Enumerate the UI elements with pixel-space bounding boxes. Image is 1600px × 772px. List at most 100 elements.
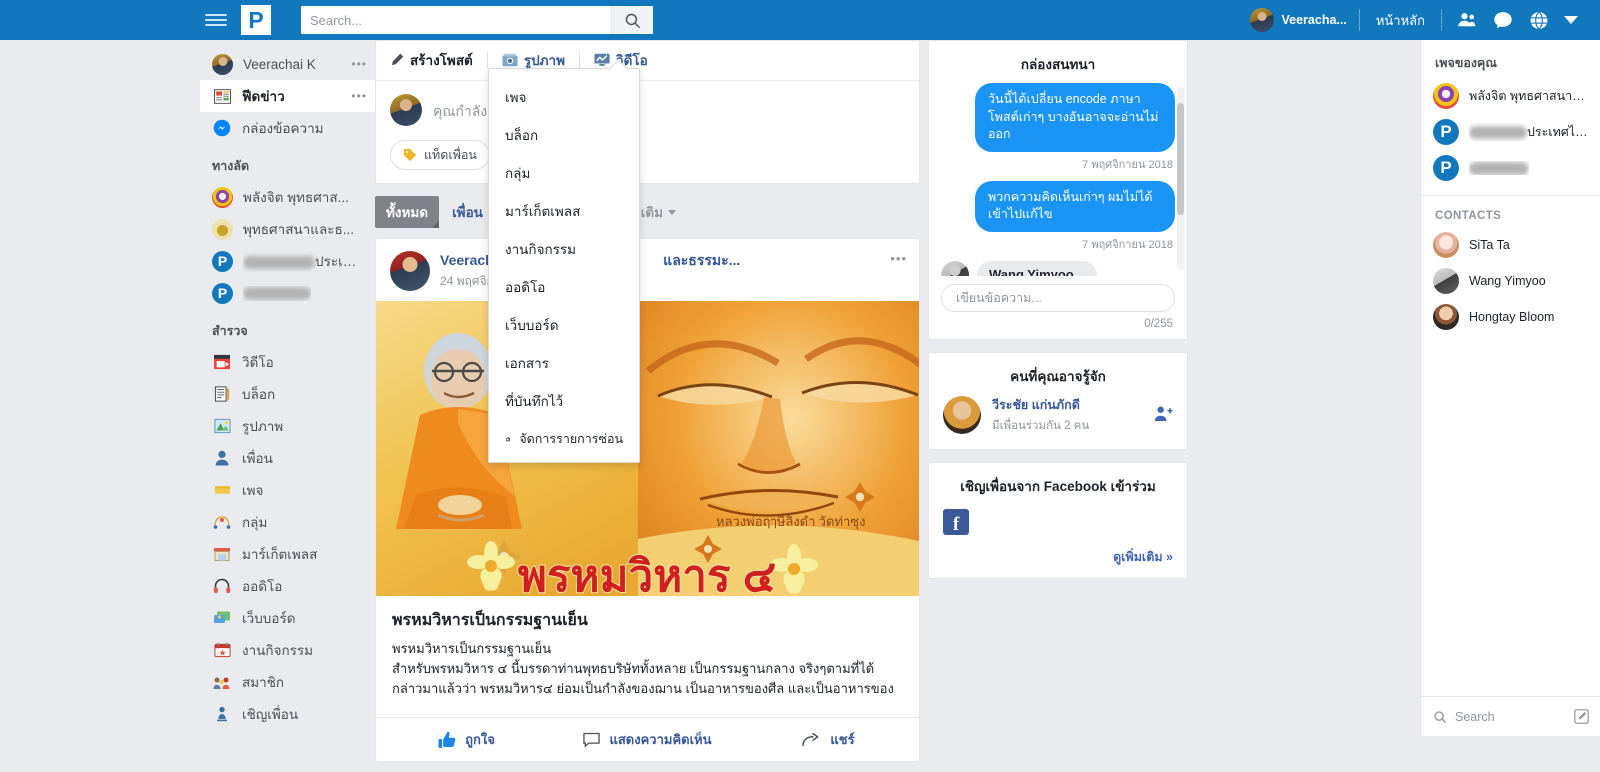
photo-icon — [212, 417, 232, 435]
your-page-row-2[interactable]: P — [1421, 150, 1600, 186]
far-right-sidebar: เพจของคุณ พลังจิต พุทธศาสนาแล... P ประเท… — [1420, 40, 1600, 736]
sidebar-explore-header: สำรวจ — [200, 309, 375, 346]
dropdown-item-marketplace[interactable]: มาร์เก็ตเพลส — [489, 192, 639, 230]
chat-message-time: 7 พฤศจิกายน 2018 — [941, 235, 1173, 253]
home-link[interactable]: หน้าหลัก — [1360, 10, 1441, 31]
sidebar-item-invite-friends[interactable]: เชิญเพื่อน — [200, 698, 375, 730]
scrollbar-thumb[interactable] — [1177, 103, 1184, 215]
sidebar-item-friends[interactable]: เพื่อน — [200, 442, 375, 474]
chat-character-counter: 0/255 — [929, 316, 1187, 339]
site-logo[interactable]: P — [241, 5, 271, 35]
share-icon — [802, 732, 821, 748]
current-user-menu[interactable]: Veeracha... — [1238, 8, 1359, 32]
facebook-icon[interactable]: f — [943, 509, 969, 535]
sidebar-item-members[interactable]: สมาชิก — [200, 666, 375, 698]
friend-requests-icon[interactable] — [1456, 10, 1478, 30]
tag-friends-button[interactable]: แท็ดเพื่อน — [390, 140, 490, 170]
dropdown-item-audio[interactable]: ออดิโอ — [489, 268, 639, 306]
global-search[interactable] — [301, 6, 653, 34]
dropdown-item-groups[interactable]: กลุ่ม — [489, 154, 639, 192]
comment-button[interactable]: แสดงความคิดเห็น — [557, 718, 738, 761]
chat-input[interactable] — [941, 284, 1175, 312]
sidebar-shortcuts-header: ทางลัด — [200, 144, 375, 181]
sidebar-item-messages[interactable]: กล่องข้อความ — [200, 112, 375, 144]
post-composer: สร้างโพสต์ รูปภาพ วิดีโอ คุณกำลังคิดอะไร… — [375, 40, 920, 184]
current-user-name: Veeracha... — [1282, 13, 1347, 27]
sidebar-item-documents[interactable]: เอกสาร — [200, 730, 375, 736]
search-input[interactable] — [301, 7, 611, 33]
sidebar-item-label: เว็บบอร์ด — [242, 607, 295, 629]
contact-row-0[interactable]: SiTa Ta — [1421, 227, 1600, 263]
your-page-row-1[interactable]: P ประเทศไทย — [1421, 114, 1600, 150]
dropdown-item-pages[interactable]: เพจ — [489, 78, 639, 116]
action-label: แชร์ — [830, 729, 854, 750]
hamburger-menu-icon[interactable] — [205, 9, 227, 31]
dropdown-item-manage-hidden[interactable]: จัดการรายการซ่อน — [489, 420, 639, 457]
chevron-down-icon — [668, 210, 676, 215]
pymk-person-name[interactable]: วีระชัย แก่นภักดี — [992, 395, 1089, 415]
sidebar-item-marketplace[interactable]: มาร์เก็ตเพลส — [200, 538, 375, 570]
sidebar-shortcut-0[interactable]: พลังจิต พุทธศาส... — [200, 181, 375, 213]
your-page-label: พลังจิต พุทธศาสนาแล... — [1469, 86, 1588, 106]
chat-message-time: 7 พฤศจิกายน 2018 — [941, 155, 1173, 173]
dropdown-item-documents[interactable]: เอกสาร — [489, 344, 639, 382]
dropdown-item-forum[interactable]: เว็บบอร์ด — [489, 306, 639, 344]
sidebar-item-photos[interactable]: รูปภาพ — [200, 410, 375, 442]
post-image[interactable]: หลวงพ่อฤๅษีลิงดำ วัดท่าซุง — [376, 301, 919, 596]
sidebar-item-events[interactable]: งานกิจกรรม — [200, 634, 375, 666]
sidebar-item-videos[interactable]: วิดีโอ — [200, 346, 375, 378]
account-dropdown-caret-icon[interactable] — [1564, 16, 1578, 24]
like-button[interactable]: ถูกใจ — [376, 718, 557, 761]
sidebar-item-blog[interactable]: บล็อก — [200, 378, 375, 410]
left-sidebar: Veerachai K ••• ฟีดข่าว ••• — [200, 40, 375, 736]
filter-tab-all[interactable]: ทั้งหมด — [375, 196, 439, 228]
contacts-search-placeholder[interactable]: Search — [1455, 710, 1566, 724]
sidebar-item-label: เพจ — [242, 479, 263, 501]
add-friend-icon[interactable] — [1154, 405, 1173, 425]
dropdown-item-blog[interactable]: บล็อก — [489, 116, 639, 154]
messages-icon[interactable] — [1492, 10, 1514, 30]
dropdown-item-saved[interactable]: ที่บันทึกไว้ — [489, 382, 639, 420]
contacts-header: CONTACTS — [1421, 196, 1600, 227]
sidebar-item-newsfeed[interactable]: ฟีดข่าว ••• — [200, 80, 375, 112]
sidebar-item-pages[interactable]: เพจ — [200, 474, 375, 506]
more-options-icon[interactable]: ••• — [351, 57, 367, 71]
post-image-artwork: หลวงพ่อฤๅษีลิงดำ วัดท่าซุง — [376, 301, 919, 596]
sidebar-item-audio[interactable]: ออดิโอ — [200, 570, 375, 602]
headphones-icon — [212, 577, 232, 595]
sidebar-shortcut-label: พลังจิต พุทธศาส... — [243, 186, 349, 208]
tab-create-post[interactable]: สร้างโพสต์ — [390, 49, 487, 71]
avatar — [390, 251, 430, 291]
new-message-icon[interactable] — [1574, 709, 1589, 724]
sidebar-profile[interactable]: Veerachai K ••• — [200, 48, 375, 80]
composer-body[interactable]: คุณกำลังคิดอะไรอยู่ ? — [376, 81, 919, 140]
sidebar-item-forum[interactable]: เว็บบอร์ด — [200, 602, 375, 634]
feed-post: Veerachai และธรรมะ... 24 พฤศจิกายน ••• — [375, 238, 920, 762]
sidebar-item-groups[interactable]: กลุ่ม — [200, 506, 375, 538]
p-logo-icon: P — [212, 251, 233, 272]
contacts-search-bar[interactable]: Search — [1421, 696, 1600, 736]
contact-row-2[interactable]: Hongtay Bloom — [1421, 299, 1600, 335]
sidebar-shortcut-3[interactable]: P — [200, 277, 375, 309]
chat-message-outgoing: วันนี้ได้เปลี่ยน encode ภาษา โพสต์เก่าๆ … — [975, 83, 1175, 152]
chat-bubble: Wang Yimyoo ทดสอบ — [977, 261, 1097, 277]
your-page-row-0[interactable]: พลังจิต พุทธศาสนาแล... — [1421, 78, 1600, 114]
dropdown-item-events[interactable]: งานกิจกรรม — [489, 230, 639, 268]
share-button[interactable]: แชร์ — [738, 718, 919, 761]
filter-tab-friends[interactable]: เพื่อน — [441, 196, 494, 228]
photos-icon — [502, 53, 518, 67]
chat-message-outgoing: พวกความคิดเห็นเก่าๆ ผมไม่ได้เข้าไปแก้ไข — [975, 181, 1175, 232]
sidebar-shortcut-2[interactable]: P ประเทศ... — [200, 245, 375, 277]
chat-message-list[interactable]: วันนี้ได้เปลี่ยน encode ภาษา โพสต์เก่าๆ … — [929, 81, 1187, 276]
more-options-icon[interactable]: ••• — [351, 89, 367, 103]
see-more-link[interactable]: ดูเพิ่มเติม » — [929, 535, 1187, 578]
avatar — [1433, 232, 1459, 258]
notifications-globe-icon[interactable] — [1528, 10, 1550, 31]
post-more-options-icon[interactable]: ••• — [890, 251, 907, 266]
pencil-icon — [390, 53, 404, 67]
sidebar-shortcut-1[interactable]: พุทธศาสนาและธ... — [200, 213, 375, 245]
chat-scrollbar[interactable] — [1177, 87, 1184, 270]
contact-row-1[interactable]: Wang Yimyoo — [1421, 263, 1600, 299]
search-submit-button[interactable] — [611, 6, 653, 34]
pymk-person-row[interactable]: วีระชัย แก่นภักดี มีเพื่อนร่วมกัน 2 คน — [929, 393, 1187, 449]
